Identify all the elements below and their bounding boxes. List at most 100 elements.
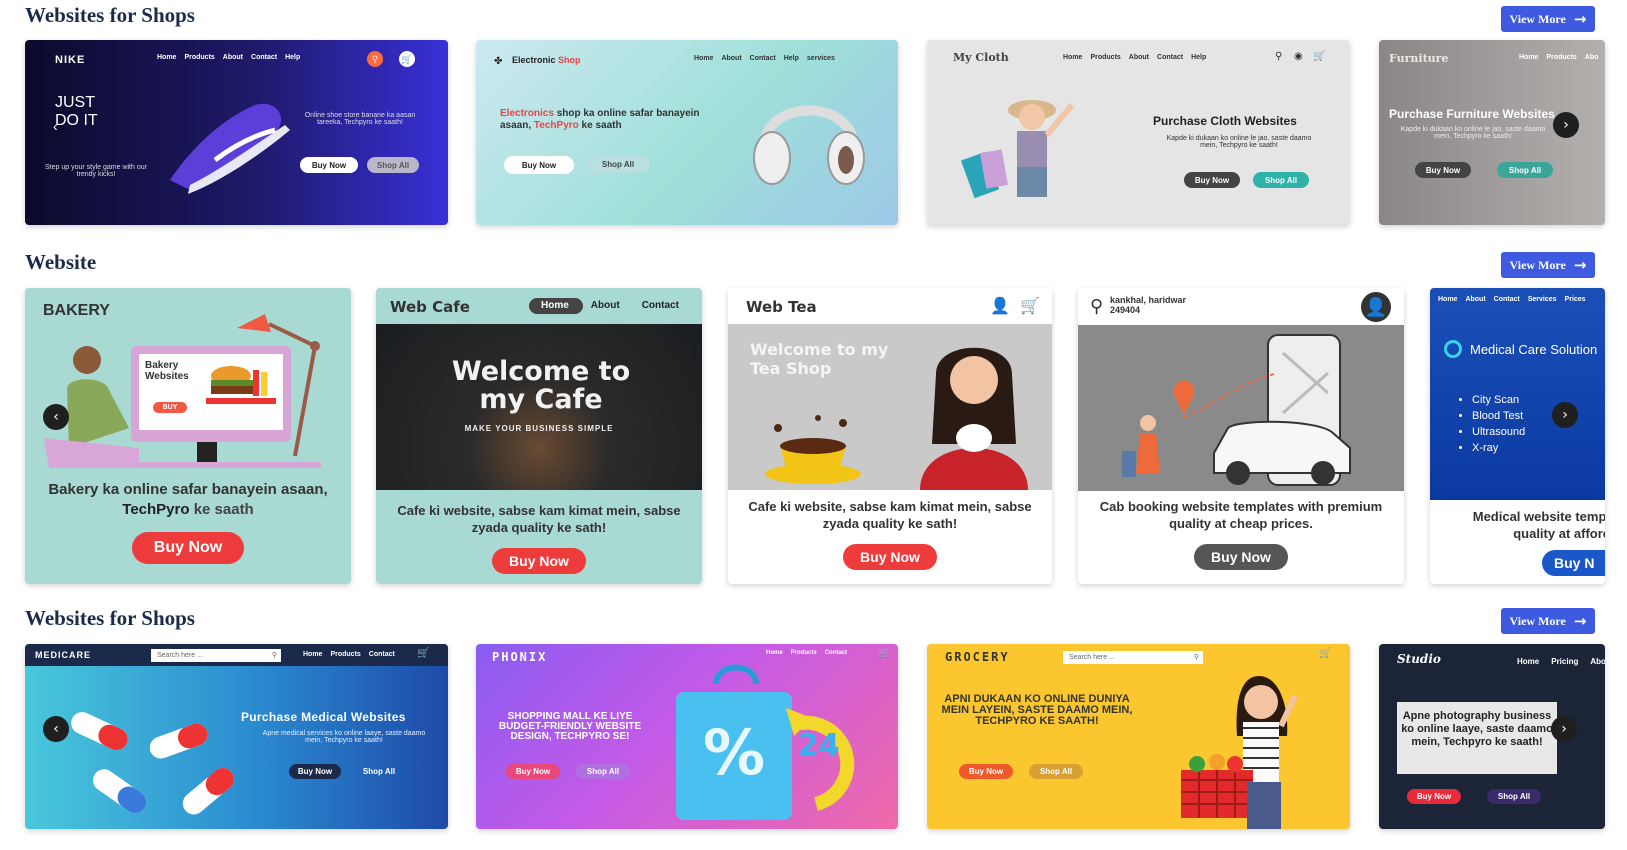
- brand-logo: BAKERY: [43, 302, 110, 319]
- template-card-medicare[interactable]: MEDICARE Search here ... ⚲ Home Products …: [25, 644, 448, 829]
- prev-arrow-icon[interactable]: ‹: [43, 716, 69, 742]
- template-card-electronic[interactable]: ✤ Electronic Shop Home About Contact Hel…: [476, 40, 898, 225]
- nav-item[interactable]: Help: [784, 55, 799, 62]
- mini-nav: Home About Contact: [541, 300, 679, 311]
- cart-icon[interactable]: 🛒: [1020, 296, 1040, 316]
- template-card-furniture[interactable]: Furniture Home Products Abo Purchase Fur…: [1379, 40, 1605, 225]
- view-more-button-website[interactable]: View More →: [1501, 252, 1595, 278]
- template-card-phonix[interactable]: PHONIX Home Products Contact 🛒 SHOPPING …: [476, 644, 898, 829]
- nav-item[interactable]: Abo: [1585, 54, 1599, 61]
- search-icon[interactable]: ⚲: [1275, 51, 1282, 62]
- nav-item[interactable]: Contact: [642, 300, 679, 311]
- template-card-nike[interactable]: NIKE Home Products About Contact Help ⚲ …: [25, 40, 448, 225]
- shop-all-button[interactable]: Shop All: [1253, 172, 1309, 188]
- user-icon[interactable]: 👤: [990, 296, 1010, 316]
- search-icon[interactable]: ⚲: [367, 51, 383, 67]
- view-more-button-shops-1[interactable]: View More →: [1501, 6, 1595, 32]
- view-more-label: View More: [1509, 613, 1566, 628]
- nav-item[interactable]: About: [1129, 54, 1149, 61]
- nav-item[interactable]: Help: [1191, 54, 1206, 61]
- buy-now-button[interactable]: Buy Now: [300, 157, 358, 173]
- nav-item[interactable]: Products: [791, 650, 817, 656]
- search-input[interactable]: Search here ... ⚲: [151, 649, 281, 662]
- nav-item[interactable]: Abo: [1590, 657, 1605, 666]
- shop-all-button[interactable]: Shop All: [586, 155, 650, 173]
- hero-text: JUST DO IT: [55, 94, 98, 129]
- buy-now-button[interactable]: Buy Now: [1184, 172, 1240, 188]
- shop-all-button[interactable]: Shop All: [367, 157, 419, 173]
- buy-now-button[interactable]: Buy Now: [289, 764, 341, 779]
- buy-now-button[interactable]: Buy Now: [506, 764, 560, 779]
- template-card-studio[interactable]: Studio Home Pricing Abo Apne photography…: [1379, 644, 1605, 829]
- cart-icon[interactable]: 🛒: [417, 648, 429, 659]
- brand-logo: Furniture: [1389, 52, 1449, 65]
- buy-now-button[interactable]: Buy Now: [1194, 544, 1288, 570]
- list-item: City Scan: [1472, 392, 1525, 408]
- template-card-bakery[interactable]: BAKERY Bakery Websites BUY ‹ Bakery ka o…: [25, 288, 351, 584]
- cart-icon[interactable]: 🛒: [878, 648, 890, 659]
- template-card-cafe[interactable]: Web Cafe Home About Contact Welcome to m…: [376, 288, 702, 584]
- nav-item[interactable]: Help: [285, 54, 300, 61]
- nav-item[interactable]: Home: [1519, 54, 1538, 61]
- nav-item[interactable]: Contact: [251, 54, 277, 61]
- mini-nav: Home Products Contact: [766, 650, 847, 656]
- hero-title: Welcome to my Tea Shop: [750, 340, 889, 378]
- nav-item[interactable]: About: [223, 54, 243, 61]
- buy-now-button[interactable]: Buy Now: [959, 764, 1013, 779]
- nav-item[interactable]: Home: [1438, 296, 1457, 303]
- nav-item[interactable]: Contact: [750, 55, 776, 62]
- template-card-cab[interactable]: ⚲ kankhal, haridwar 249404 👤 Cab booking …: [1078, 288, 1404, 584]
- template-card-grocery[interactable]: GROCERY Search here ... ⚲ 🛒 APNI DUKAAN K…: [927, 644, 1350, 829]
- nav-item[interactable]: About: [591, 300, 620, 311]
- nav-item[interactable]: Home: [1063, 54, 1082, 61]
- account-icon[interactable]: 👤: [1361, 292, 1391, 322]
- shop-all-button[interactable]: Shop All: [1029, 764, 1083, 779]
- template-card-cloth[interactable]: My Cloth Home Products About Contact Hel…: [927, 40, 1350, 225]
- user-icon[interactable]: ◉: [1294, 51, 1303, 62]
- nav-item[interactable]: services: [807, 55, 835, 62]
- nav-item[interactable]: Products: [1090, 54, 1120, 61]
- nav-item[interactable]: Products: [330, 651, 360, 658]
- nav-item[interactable]: Contact: [825, 650, 847, 656]
- nav-item[interactable]: Contact: [1494, 296, 1520, 303]
- template-card-medical[interactable]: Home About Contact Services Prices Medic…: [1430, 288, 1605, 584]
- buy-now-button[interactable]: Buy Now: [504, 156, 574, 174]
- buy-now-button[interactable]: Buy N: [1542, 550, 1605, 576]
- buy-now-button[interactable]: Buy Now: [843, 544, 937, 570]
- cart-icon[interactable]: 🛒: [399, 51, 415, 67]
- prev-arrow-icon[interactable]: ‹: [43, 404, 69, 430]
- next-arrow-icon[interactable]: ›: [1553, 112, 1579, 138]
- nav-item[interactable]: Home: [541, 300, 569, 311]
- template-card-tea[interactable]: Web Tea 👤 🛒 Welcome to my Tea Shop Cafe …: [728, 288, 1052, 584]
- cart-icon[interactable]: 🛒: [1319, 648, 1331, 659]
- search-input[interactable]: Search here ... ⚲: [1063, 651, 1203, 664]
- nav-item[interactable]: About: [721, 55, 741, 62]
- nav-item[interactable]: Services: [1528, 296, 1557, 303]
- buy-now-button[interactable]: Buy Now: [1407, 789, 1461, 804]
- nav-item[interactable]: Products: [184, 54, 214, 61]
- nav-item[interactable]: Products: [1546, 54, 1576, 61]
- nav-item[interactable]: Home: [694, 55, 713, 62]
- nav-item[interactable]: Home: [766, 650, 783, 656]
- nav-item[interactable]: Pricing: [1551, 657, 1578, 666]
- nav-item[interactable]: Prices: [1565, 296, 1586, 303]
- next-arrow-icon[interactable]: ›: [1552, 402, 1578, 428]
- prev-arrow-icon[interactable]: ‹: [53, 118, 58, 134]
- buy-now-button[interactable]: Buy Now: [132, 532, 244, 564]
- view-more-button-shops-2[interactable]: View More →: [1501, 608, 1595, 634]
- shop-all-button[interactable]: Shop All: [1487, 789, 1541, 804]
- shop-all-button[interactable]: Shop All: [353, 764, 405, 779]
- shop-all-button[interactable]: Shop All: [1497, 162, 1553, 178]
- nav-item[interactable]: Contact: [1157, 54, 1183, 61]
- nav-item[interactable]: About: [1465, 296, 1485, 303]
- next-arrow-icon[interactable]: ›: [1551, 716, 1577, 742]
- shop-all-button[interactable]: Shop All: [576, 764, 630, 779]
- nav-item[interactable]: Home: [303, 651, 322, 658]
- buy-now-button[interactable]: Buy Now: [1415, 162, 1471, 178]
- nav-item[interactable]: Home: [157, 54, 176, 61]
- cart-icon[interactable]: 🛒: [1313, 51, 1325, 62]
- nav-item[interactable]: Contact: [369, 651, 395, 658]
- nav-item[interactable]: Home: [1517, 657, 1539, 666]
- mini-nav: Home About Contact Help services: [694, 55, 835, 62]
- buy-now-button[interactable]: Buy Now: [492, 548, 586, 574]
